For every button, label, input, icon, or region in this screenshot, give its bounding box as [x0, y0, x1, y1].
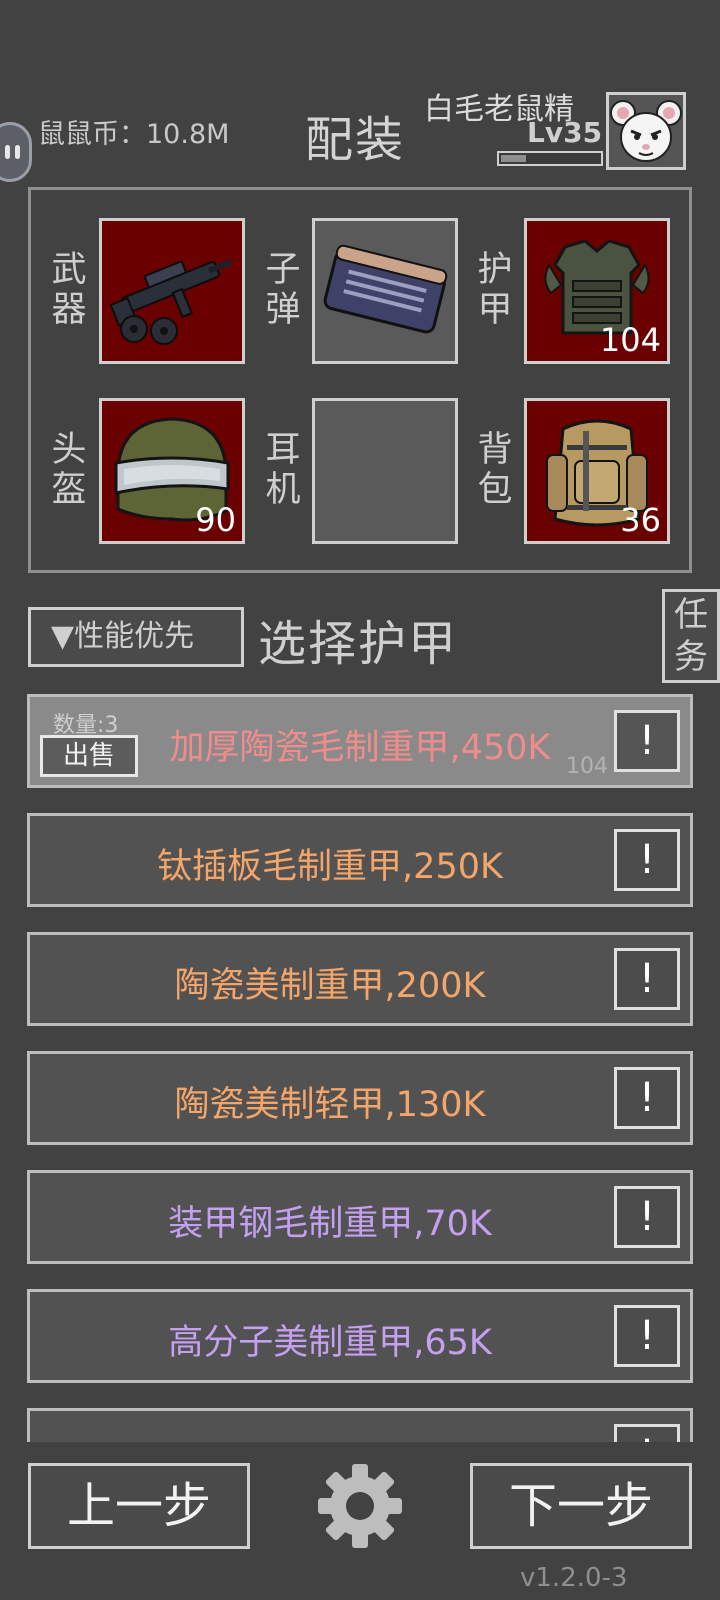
armor-item-5[interactable]: 高分子美制重甲,65K !: [27, 1289, 693, 1383]
player-avatar[interactable]: [606, 92, 686, 170]
page-title: 配装: [305, 112, 406, 168]
info-button[interactable]: !: [614, 1305, 680, 1367]
task-button[interactable]: 任务: [662, 589, 720, 683]
slot-label-headphones: 耳机: [265, 430, 301, 510]
slot-label-weapon: 武器: [51, 250, 87, 330]
armor-item-4[interactable]: 装甲钢毛制重甲,70K !: [27, 1170, 693, 1264]
slot-label-ammo: 子弹: [265, 250, 301, 330]
chat-icon-eye-left: [5, 145, 10, 159]
player-level: Lv35: [527, 116, 603, 149]
info-button[interactable]: !: [614, 1424, 680, 1442]
armor-list[interactable]: 数量:3 出售 加厚陶瓷毛制重甲,450K 104 ! 钛插板毛制重甲,250K…: [0, 690, 720, 1442]
xp-progress-bar: [497, 151, 603, 166]
helmet-slot-count: 90: [195, 501, 236, 539]
slot-label-backpack: 背包: [477, 430, 513, 510]
previous-step-button[interactable]: 上一步: [28, 1463, 250, 1549]
armor-item-name: 陶瓷美制轻甲,130K: [174, 1085, 486, 1125]
info-button[interactable]: !: [614, 948, 680, 1010]
version-label: v1.2.0-3: [520, 1563, 628, 1593]
section-title: 选择护甲: [258, 616, 459, 672]
armor-item-name: 高分子美制重甲,65K: [168, 1323, 492, 1363]
armor-item-2[interactable]: 陶瓷美制重甲,200K !: [27, 932, 693, 1026]
info-button[interactable]: !: [614, 1186, 680, 1248]
armor-item-name: 加厚陶瓷毛制重甲,450K: [169, 728, 551, 768]
white-mouse-avatar-icon: [610, 100, 682, 162]
chat-button[interactable]: [0, 122, 32, 182]
armor-item-level: 104: [566, 754, 608, 779]
ammo-slot[interactable]: [312, 218, 458, 364]
ammo-icon: [323, 244, 448, 334]
armor-item-1[interactable]: 钛插板毛制重甲,250K !: [27, 813, 693, 907]
xp-progress-fill: [501, 155, 526, 162]
coin-balance: 鼠鼠币：10.8M: [38, 119, 230, 150]
backpack-slot-count: 36: [620, 501, 661, 539]
headphones-slot[interactable]: [312, 398, 458, 544]
backpack-slot[interactable]: 36: [524, 398, 670, 544]
armor-slot[interactable]: 104: [524, 218, 670, 364]
armor-item-name: 钛插板毛制重甲,250K: [157, 847, 503, 887]
sort-dropdown[interactable]: ▼性能优先: [28, 607, 244, 667]
armor-item-3[interactable]: 陶瓷美制轻甲,130K !: [27, 1051, 693, 1145]
weapon-slot[interactable]: [99, 218, 245, 364]
info-button[interactable]: !: [614, 829, 680, 891]
settings-button[interactable]: [316, 1462, 404, 1550]
helmet-slot[interactable]: 90: [99, 398, 245, 544]
armor-item-name: 陶瓷美制重甲,200K: [174, 966, 486, 1006]
armor-item-0[interactable]: 数量:3 出售 加厚陶瓷毛制重甲,450K 104 !: [27, 694, 693, 788]
slot-label-helmet: 头盔: [51, 430, 87, 510]
info-button[interactable]: !: [614, 710, 680, 772]
armor-item-6[interactable]: !: [27, 1408, 693, 1442]
gear-icon: [318, 1464, 402, 1548]
armor-slot-count: 104: [599, 321, 661, 359]
slot-label-armor: 护甲: [477, 250, 513, 330]
next-step-button[interactable]: 下一步: [470, 1463, 692, 1549]
armor-item-name: 装甲钢毛制重甲,70K: [168, 1204, 492, 1244]
gun-icon: [109, 258, 233, 345]
chat-icon-eye-right: [15, 145, 20, 159]
info-button[interactable]: !: [614, 1067, 680, 1129]
